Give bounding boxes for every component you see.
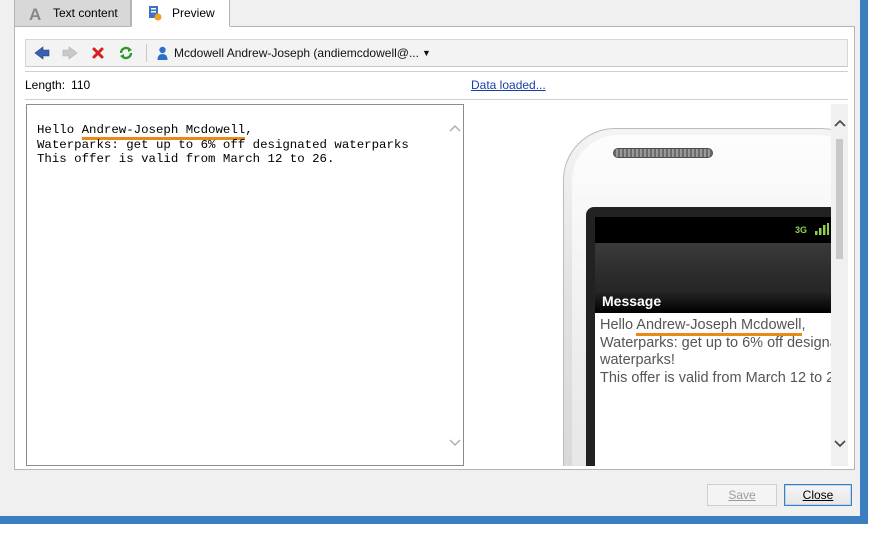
chevron-up-icon[interactable] bbox=[831, 114, 848, 131]
network-3g-icon: 3G bbox=[794, 225, 807, 235]
phone-screen: 3G Message Hello Andrew-Joseph Mcdowell,… bbox=[595, 217, 848, 466]
message-body: Hello Andrew-Joseph Mcdowell, Waterparks… bbox=[600, 317, 848, 387]
divider bbox=[25, 99, 848, 100]
back-arrow-icon[interactable] bbox=[30, 42, 54, 64]
chevron-up-icon[interactable] bbox=[446, 119, 463, 136]
preview-document-icon bbox=[146, 4, 164, 22]
delete-icon[interactable] bbox=[86, 42, 110, 64]
length-value: 110 bbox=[71, 78, 91, 92]
tab-text-content[interactable]: A Text content bbox=[14, 0, 131, 27]
message-title: Message bbox=[595, 289, 848, 313]
toolbar-separator bbox=[146, 44, 147, 62]
chevron-down-icon: ▼ bbox=[421, 48, 431, 58]
tab-preview-label: Preview bbox=[172, 6, 215, 20]
data-loaded-link[interactable]: Data loaded... bbox=[471, 78, 546, 92]
text-preview-area[interactable]: Hello Andrew-Joseph Mcdowell, Waterparks… bbox=[26, 104, 464, 466]
phone-app-bar bbox=[595, 243, 848, 289]
text-preview-content: Hello Andrew-Joseph Mcdowell, Waterparks… bbox=[37, 123, 409, 167]
length-label: Length: bbox=[25, 78, 66, 92]
text-line-1-prefix: Hello bbox=[37, 123, 82, 137]
message-line-4: This offer is valid from March 12 to 26. bbox=[600, 369, 847, 386]
text-line-1-suffix: , bbox=[245, 123, 253, 137]
svg-text:A: A bbox=[29, 5, 41, 21]
preview-window: A Text content Preview Mcdowell Andrew-J… bbox=[0, 0, 868, 524]
preview-panel: Mcdowell Andrew-Joseph (andiemcdowell@..… bbox=[14, 26, 855, 470]
close-button[interactable]: Close bbox=[784, 484, 852, 506]
phone-speaker bbox=[613, 148, 713, 158]
tab-preview[interactable]: Preview bbox=[131, 0, 230, 27]
text-line-2: Waterparks: get up to 6% off designated … bbox=[37, 137, 409, 152]
preview-scrollbar[interactable] bbox=[831, 104, 848, 466]
message-line-1-prefix: Hello bbox=[600, 317, 637, 333]
chevron-down-icon[interactable] bbox=[831, 435, 848, 452]
signal-icon bbox=[815, 223, 829, 237]
save-button[interactable]: Save bbox=[707, 484, 777, 506]
recipient-profile-label: Mcdowell Andrew-Joseph (andiemcdowell@..… bbox=[174, 46, 419, 60]
divider bbox=[25, 71, 848, 72]
forward-arrow-icon[interactable] bbox=[58, 42, 82, 64]
tab-text-content-label: Text content bbox=[53, 6, 118, 20]
text-line-3: This offer is valid from March 12 to 26. bbox=[37, 152, 335, 166]
message-line-3: waterparks! bbox=[600, 352, 675, 368]
message-line-2: Waterparks: get up to 6% off designated bbox=[600, 334, 848, 351]
close-button-label: Close bbox=[802, 488, 834, 502]
message-line-1: Hello Andrew-Joseph Mcdowell, bbox=[600, 317, 848, 336]
text-a-icon: A bbox=[27, 4, 45, 22]
mobile-preview-area: 3G Message Hello Andrew-Joseph Mcdowell,… bbox=[466, 104, 848, 466]
editor-scrollbar[interactable] bbox=[446, 105, 463, 465]
refresh-icon[interactable] bbox=[114, 42, 138, 64]
phone-status-bar: 3G bbox=[595, 217, 848, 243]
recipient-profile-dropdown[interactable]: Mcdowell Andrew-Joseph (andiemcdowell@..… bbox=[153, 42, 435, 64]
message-personalized-name: Andrew-Joseph Mcdowell bbox=[636, 317, 802, 336]
user-icon bbox=[157, 46, 168, 60]
toolbar: Mcdowell Andrew-Joseph (andiemcdowell@..… bbox=[25, 39, 848, 67]
save-button-label: Save bbox=[728, 488, 756, 502]
chevron-down-icon[interactable] bbox=[446, 434, 463, 451]
scrollbar-thumb[interactable] bbox=[836, 139, 843, 259]
length-row: Length: 110 bbox=[25, 78, 90, 92]
message-line-1-suffix: , bbox=[801, 317, 806, 333]
